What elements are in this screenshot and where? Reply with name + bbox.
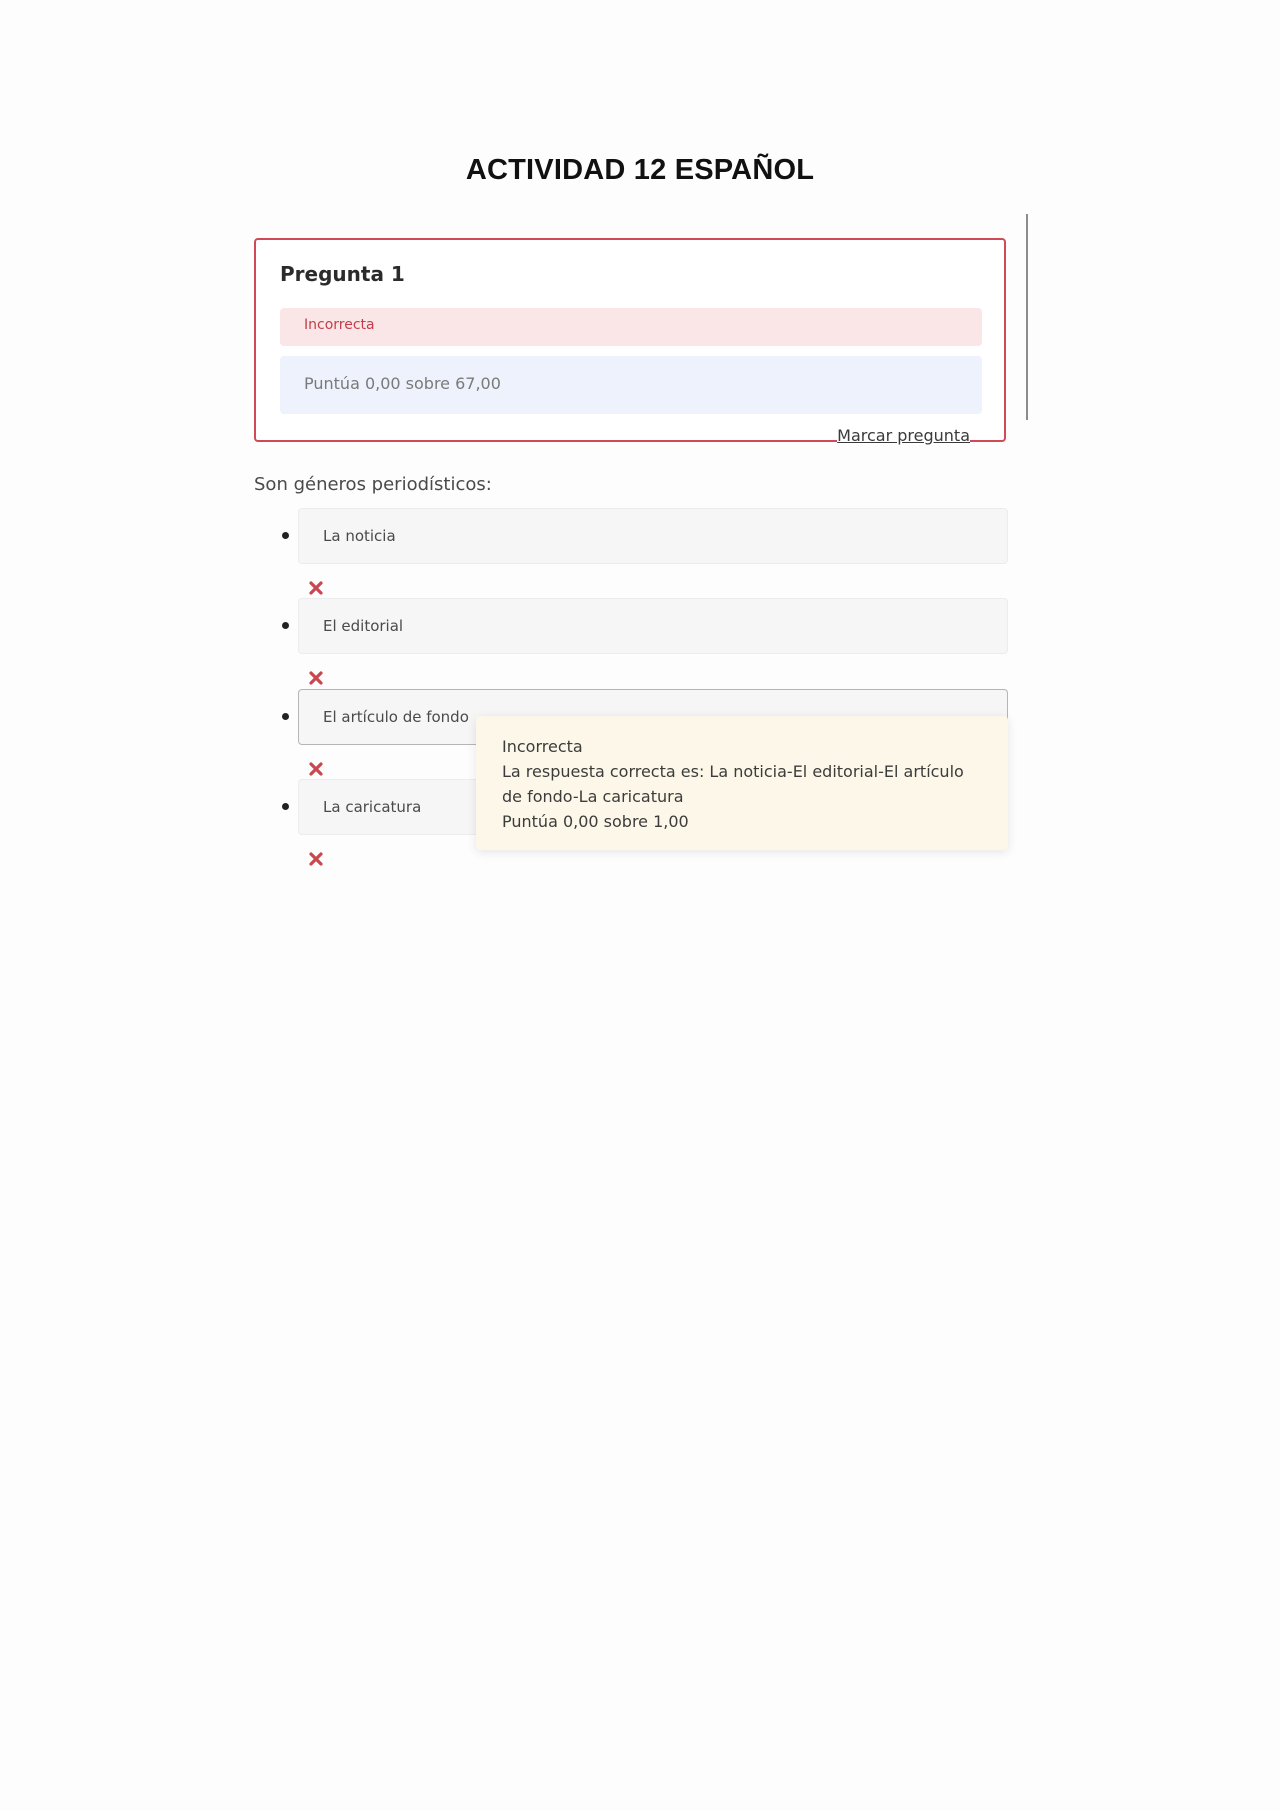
bullet (282, 803, 289, 810)
answer-field[interactable]: El editorial (298, 598, 1008, 654)
feedback-grade: Puntúa 0,00 sobre 1,00 (502, 812, 689, 831)
feedback-tooltip: Incorrecta La respuesta correcta es: La … (476, 716, 1008, 850)
feedback-correct-answer: La respuesta correcta es: La noticia-El … (502, 762, 964, 806)
question-grade: Puntúa 0,00 sobre 67,00 (280, 356, 982, 414)
answer-item: El editorial (278, 598, 1008, 696)
incorrect-x-icon (309, 852, 323, 866)
document-title: ACTIVIDAD 12 ESPAÑOL (465, 154, 815, 186)
answer-field[interactable]: La noticia (298, 508, 1008, 564)
bullet (282, 713, 289, 720)
question-state-badge: Incorrecta (280, 308, 982, 346)
question-number: Pregunta 1 (280, 262, 405, 286)
incorrect-x-icon (309, 762, 323, 776)
vertical-divider (1026, 214, 1028, 420)
question-text: Son géneros periodísticos: (254, 474, 492, 495)
feedback-state: Incorrecta (502, 737, 583, 756)
question-info-card: Pregunta 1 Incorrecta Puntúa 0,00 sobre … (254, 238, 1006, 445)
bullet (282, 622, 289, 629)
bullet (282, 532, 289, 539)
flag-question-link[interactable]: Marcar pregunta (837, 426, 970, 445)
incorrect-x-icon (309, 581, 323, 595)
incorrect-x-icon (309, 671, 323, 685)
answer-item: La noticia (278, 508, 1008, 606)
